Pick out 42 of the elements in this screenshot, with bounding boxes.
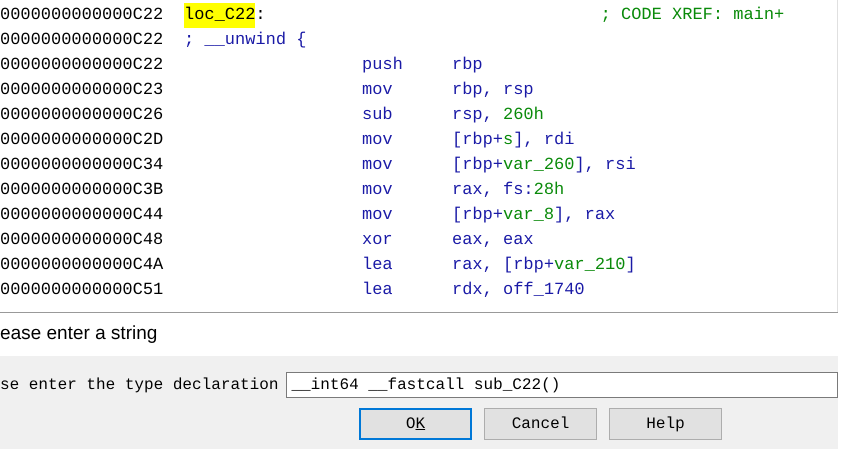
mnemonic: lea <box>362 254 394 277</box>
address: 0000000000000C34 <box>0 154 164 177</box>
operands: [rbp+var_8], rax <box>452 204 616 227</box>
mnemonic: push <box>362 54 404 77</box>
address: 0000000000000C51 <box>0 280 164 302</box>
operands: [rbp+var_260], rsi <box>452 154 636 177</box>
dialog-button[interactable]: OK <box>359 408 472 440</box>
operands: rsp, 260h <box>452 104 544 127</box>
label-colon: : <box>255 4 266 27</box>
mnemonic: sub <box>362 104 394 127</box>
dialog-button[interactable]: Help <box>609 408 722 440</box>
address: 0000000000000C22 <box>0 54 164 77</box>
mnemonic: mov <box>362 80 394 102</box>
operands: rbp, rsp <box>452 80 534 102</box>
dialog-title: ease enter a string <box>0 322 158 346</box>
operands: [rbp+s], rdi <box>452 130 574 152</box>
address: 0000000000000C3B <box>0 180 164 202</box>
address: 0000000000000C22 <box>0 30 164 52</box>
mnemonic: mov <box>362 154 394 177</box>
address: 0000000000000C2D <box>0 130 164 152</box>
address: 0000000000000C44 <box>0 204 164 227</box>
mnemonic: mov <box>362 204 394 227</box>
operands: rdx, off_1740 <box>452 280 585 302</box>
address: 0000000000000C48 <box>0 230 164 252</box>
operands: rax, fs:28h <box>452 180 564 202</box>
operands: rbp <box>452 54 483 77</box>
xref-comment: ; CODE XREF: main+ <box>600 4 784 27</box>
mnemonic: lea <box>362 280 394 302</box>
mnemonic: mov <box>362 180 394 202</box>
type-declaration-field[interactable]: __int64 __fastcall sub_C22() <box>286 372 838 398</box>
operands: rax, [rbp+var_210] <box>452 254 636 277</box>
field-label: se enter the type declaration <box>0 375 278 396</box>
address: 0000000000000C23 <box>0 80 164 102</box>
address: 0000000000000C26 <box>0 104 164 127</box>
code-label: loc_C22 <box>184 2 256 28</box>
mnemonic: xor <box>362 230 394 252</box>
dialog-button[interactable]: Cancel <box>484 408 597 440</box>
operands: eax, eax <box>452 230 534 252</box>
mnemonic: mov <box>362 130 394 152</box>
address: 0000000000000C4A <box>0 254 164 277</box>
address: 0000000000000C22 <box>0 4 164 27</box>
unwind-comment: ; __unwind { <box>184 30 306 52</box>
